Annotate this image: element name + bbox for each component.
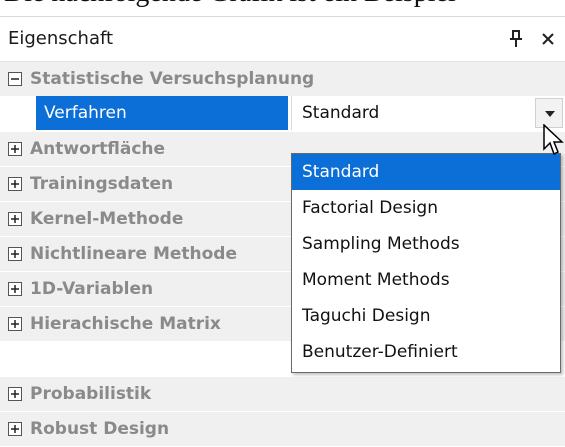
property-name[interactable]: Verfahren: [36, 96, 288, 130]
group-label: Robust Design: [30, 419, 170, 439]
plus-box-icon[interactable]: [8, 317, 22, 331]
group-robust-design[interactable]: Robust Design: [0, 412, 565, 447]
dropdown-option-moment-methods[interactable]: Moment Methods: [292, 262, 560, 298]
group-label: Hierachische Matrix: [30, 314, 221, 334]
plus-box-icon[interactable]: [8, 387, 22, 401]
plus-box-icon[interactable]: [8, 177, 22, 191]
group-label: Statistische Versuchsplanung: [30, 69, 315, 89]
close-icon[interactable]: [540, 29, 556, 49]
plus-box-icon[interactable]: [8, 422, 22, 436]
dropdown-list[interactable]: Standard Factorial Design Sampling Metho…: [291, 153, 561, 373]
minus-box-icon[interactable]: [8, 72, 22, 86]
dropdown-option-sampling-methods[interactable]: Sampling Methods: [292, 226, 560, 262]
group-label: Probabilistik: [30, 384, 152, 404]
chevron-down-icon: [545, 111, 555, 117]
panel-header: Eigenschaft: [0, 17, 565, 62]
group-label: 1D-Variablen: [30, 279, 154, 299]
group-statistische-versuchsplanung[interactable]: Statistische Versuchsplanung: [0, 62, 565, 97]
dropdown-option-taguchi-design[interactable]: Taguchi Design: [292, 298, 560, 334]
group-probabilistik[interactable]: Probabilistik: [0, 377, 565, 412]
property-panel: Eigenschaft Statistische Versuchsplanung…: [0, 16, 565, 447]
pin-icon[interactable]: [508, 29, 524, 49]
group-label: Kernel-Methode: [30, 209, 184, 229]
property-value-field[interactable]: Standard: [291, 96, 565, 130]
dropdown-option-benutzer-definiert[interactable]: Benutzer-Definiert: [292, 334, 560, 370]
plus-box-icon[interactable]: [8, 247, 22, 261]
panel-title: Eigenschaft: [8, 28, 114, 49]
dropdown-option-standard[interactable]: Standard: [292, 154, 560, 190]
plus-box-icon[interactable]: [8, 282, 22, 296]
group-label: Trainingsdaten: [30, 174, 174, 194]
mouse-cursor-icon: [543, 124, 564, 156]
property-value: Standard: [302, 103, 380, 123]
clipped-document-text: Die nachfolgende Grafik ist ein Beispiel: [0, 0, 565, 8]
group-label: Antwortfläche: [30, 139, 166, 159]
plus-box-icon[interactable]: [8, 212, 22, 226]
property-row-verfahren[interactable]: Verfahren Standard: [0, 96, 565, 130]
dropdown-option-factorial-design[interactable]: Factorial Design: [292, 190, 560, 226]
plus-box-icon[interactable]: [8, 142, 22, 156]
group-label: Nichtlineare Methode: [30, 244, 238, 264]
